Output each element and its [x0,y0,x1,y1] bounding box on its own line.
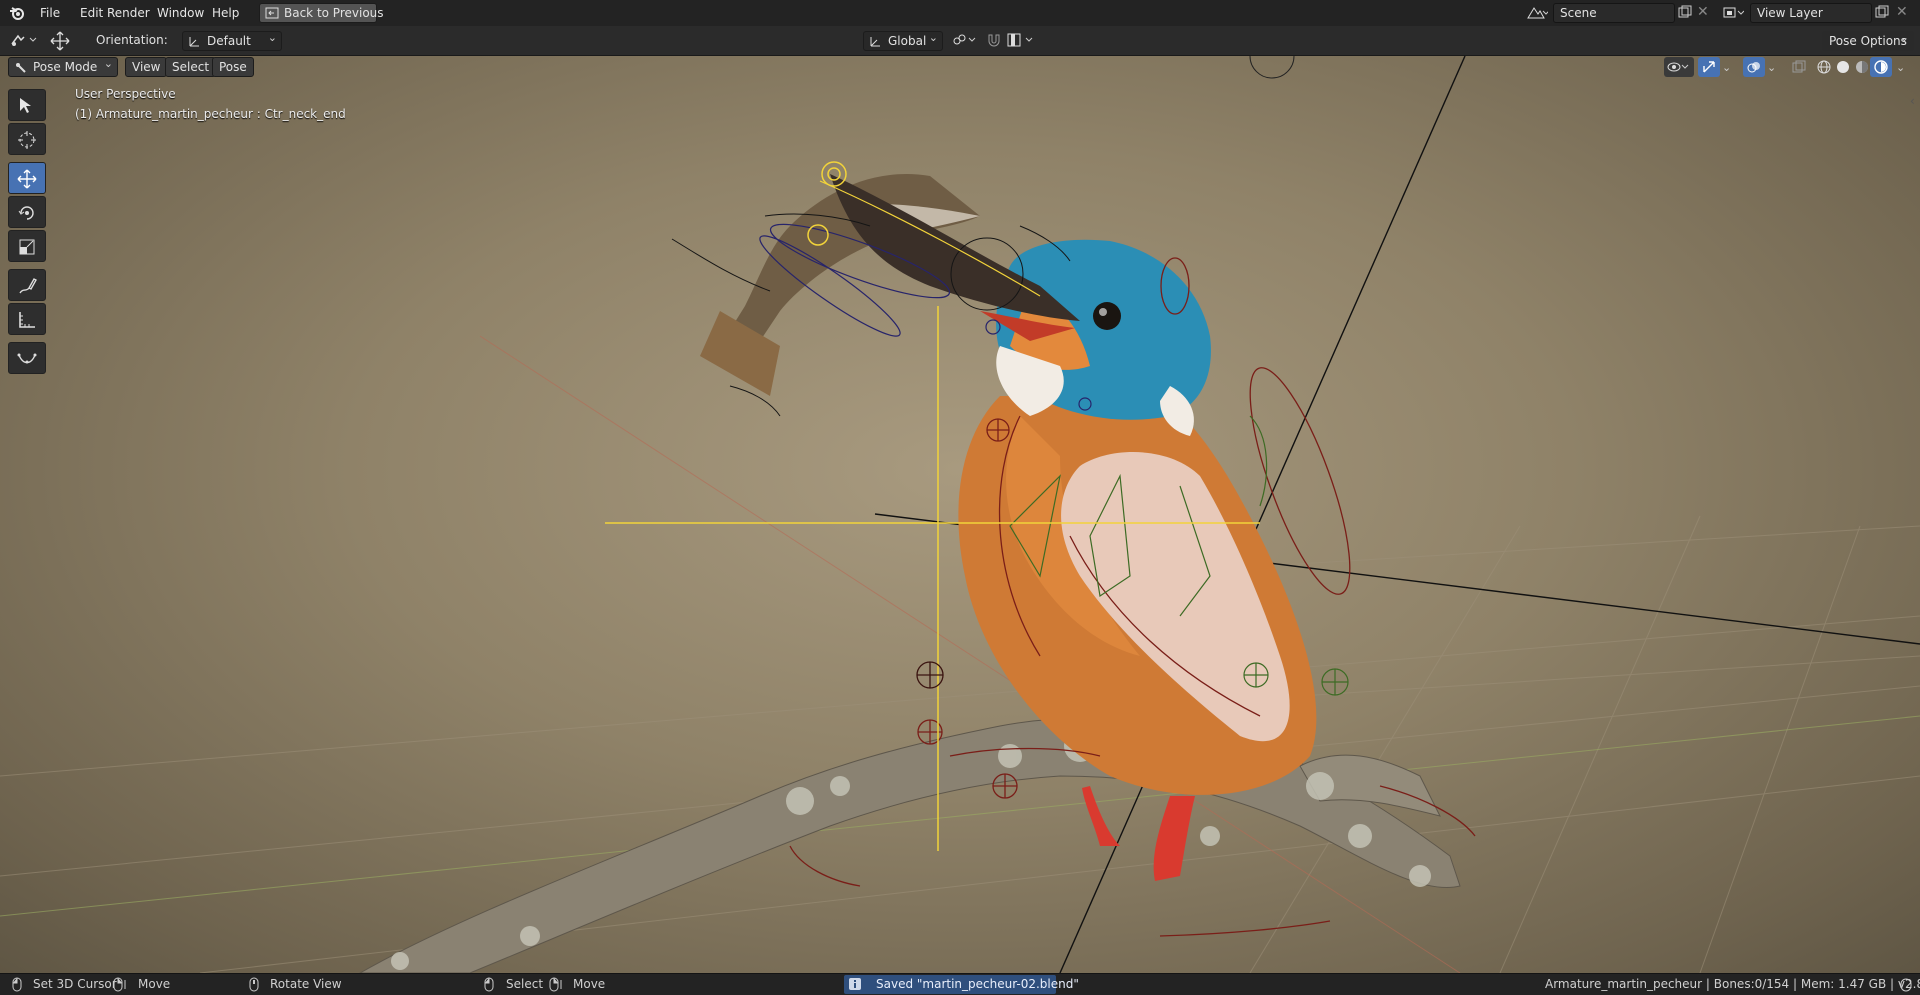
new-view-layer-icon[interactable] [1875,5,1889,22]
menu-window[interactable]: Window [157,4,204,22]
rendered-sphere-icon [1874,60,1888,74]
delete-view-layer-icon[interactable]: ✕ [1896,4,1908,20]
overlays-icon [1747,62,1760,73]
eye-icon [1667,62,1689,72]
tool-measure[interactable] [8,303,46,335]
transform-orientation-dropdown[interactable]: Global [863,29,943,53]
tool-settings-header: Orientation: Default Global Pose Options [0,26,1920,56]
hint-move-2: Move [573,977,606,991]
active-object-label: (1) Armature_martin_pecheur : Ctr_neck_e… [75,107,346,121]
sidebar-toggle-chevron-icon[interactable]: ‹ [1910,94,1915,108]
view-layer-icon[interactable] [1722,5,1745,24]
resize-grip-icon[interactable] [1900,978,1912,995]
viewport-scene [0,56,1920,973]
tool-cursor[interactable] [8,123,46,155]
scene-field[interactable]: Scene [1553,3,1675,23]
viewport-menu-select[interactable]: Select [165,57,217,77]
orientation-value: Default [207,34,251,48]
material-sphere-icon [1856,61,1868,73]
overlays-dropdown-chevron-icon[interactable]: ⌄ [1767,61,1776,74]
menu-file[interactable]: File [40,4,60,22]
gizmo-toggle[interactable] [1698,57,1720,77]
menu-edit[interactable]: Edit [80,4,103,22]
new-scene-icon[interactable] [1678,5,1692,22]
pose-mode-icon [14,61,27,79]
wireframe-icon [1817,60,1831,74]
move-arrows-icon [17,169,37,189]
solid-sphere-icon [1837,61,1849,73]
status-bar: Set 3D Cursor Move Rotate View Select Mo… [0,973,1920,995]
mouse-left-icon [12,977,22,995]
hint-set-3d-cursor: Set 3D Cursor [33,977,117,991]
interaction-mode-value: Pose Mode [33,60,98,74]
hint-move: Move [138,977,171,991]
view-layer-name: View Layer [1757,6,1823,20]
mouse-right-drag-icon [113,977,129,995]
orientation-dropdown[interactable]: Default [182,29,282,53]
visibility-dropdown[interactable] [1664,57,1694,77]
orientation-label: Orientation: [96,33,168,47]
perspective-label: User Perspective [75,87,176,101]
scene-statistics: Armature_martin_pecheur | Bones:0/154 | … [1545,977,1920,991]
tool-select-box[interactable] [8,89,46,121]
pose-options-label: Pose Options [1829,34,1907,48]
interaction-mode-dropdown[interactable]: Pose Mode [8,56,118,79]
select-cursor-icon [20,98,31,113]
gizmo-icon [1703,61,1715,73]
hint-select: Select [506,977,544,991]
measure-ruler-icon [19,312,35,328]
annotate-pencil-icon [19,278,37,294]
gizmo-dropdown-chevron-icon[interactable]: ⌄ [1722,61,1731,74]
info-report-bar[interactable]: Saved "martin_pecheur-02.blend" [844,975,1079,994]
tool-annotate[interactable] [8,269,46,301]
tool-move[interactable] [8,162,46,194]
info-icon [848,977,862,994]
menu-render[interactable]: Render [107,4,150,22]
relax-pose-icon [17,353,37,364]
scale-icon [19,239,35,255]
top-menu-bar: File Edit Render Window Help Back to Pre… [0,0,1920,26]
delete-scene-icon[interactable]: ✕ [1697,4,1709,20]
back-to-previous-button[interactable]: Back to Previous [259,3,384,25]
view-layer-field[interactable]: View Layer [1750,3,1872,23]
tool-relax-pose[interactable] [8,342,46,374]
transform-orientation-value: Global [888,34,927,48]
armature-circle-top [1249,56,1295,79]
shading-dropdown-chevron-icon[interactable]: ⌄ [1896,61,1905,74]
pivot-point-icon[interactable] [951,32,977,51]
3d-viewport[interactable]: Pose Mode View Select Pose ⌄ ⌄ ⌄ ‹ User … [0,56,1920,973]
move-tool-icon[interactable] [50,31,70,54]
tool-scale[interactable] [8,230,46,262]
menu-help[interactable]: Help [212,4,239,22]
hint-rotate-view: Rotate View [270,977,342,991]
back-to-previous-label: Back to Previous [284,6,384,20]
viewport-menu-pose[interactable]: Pose [212,57,254,77]
3d-cursor-icon [18,131,36,149]
pose-options-dropdown[interactable]: Pose Options [1822,29,1914,51]
editor-type-icon[interactable] [10,32,38,51]
mouse-right-move-icon [549,977,565,995]
mouse-left-select-icon [484,977,494,995]
blender-logo-icon[interactable] [9,5,25,24]
overlays-toggle[interactable] [1743,57,1765,77]
viewport-menu-view[interactable]: View [125,57,168,77]
scene-icon[interactable] [1526,5,1550,24]
scene-name: Scene [1560,6,1597,20]
shading-rendered[interactable] [1870,57,1892,77]
saved-message: Saved "martin_pecheur-02.blend" [876,977,1079,991]
proportional-edit-icon[interactable] [1006,32,1034,51]
back-arrow-icon [265,6,279,25]
rotate-icon [18,206,34,220]
mouse-middle-icon [249,977,259,995]
orientation-gizmo-icon [188,35,201,53]
tool-rotate[interactable] [8,196,46,228]
xray-toggle[interactable] [1788,57,1810,77]
xray-icon [1792,60,1806,73]
global-axes-icon [869,35,882,53]
snap-icon[interactable] [986,32,1002,51]
